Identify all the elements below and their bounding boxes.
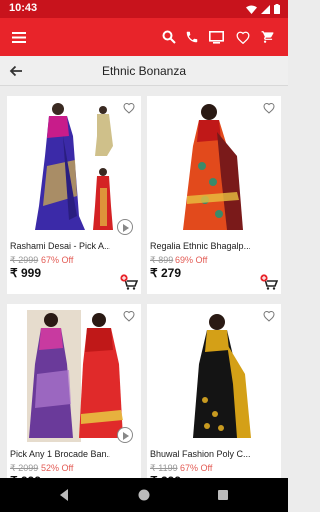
system-nav-bar — [0, 478, 288, 512]
product-title: Regalia Ethnic Bhagalp... — [150, 241, 250, 251]
discount-label: 69% Off — [175, 255, 208, 265]
status-icons — [246, 4, 280, 14]
discount-label: 52% Off — [41, 463, 74, 473]
discount-label: 67% Off — [180, 463, 213, 473]
product-card[interactable]: Pick Any 1 Brocade Ban... ₹ 2099 52% Off… — [7, 304, 141, 502]
search-icon[interactable] — [160, 28, 178, 46]
add-to-cart-icon[interactable] — [120, 274, 138, 290]
old-price: ₹ 2099 — [10, 463, 39, 473]
wishlist-icon[interactable] — [234, 28, 252, 46]
play-video-icon[interactable] — [117, 219, 133, 235]
old-price: ₹ 899 — [150, 255, 174, 265]
product-title: Rashami Desai - Pick A... — [10, 241, 110, 251]
cart-icon[interactable] — [259, 28, 277, 46]
wishlist-heart-icon[interactable] — [263, 102, 275, 114]
product-card[interactable]: Bhuwal Fashion Poly C... ₹ 1199 67% Off … — [147, 304, 281, 502]
page-title: Ethnic Bonanza — [101, 64, 187, 78]
discount-label: 67% Off — [41, 255, 74, 265]
home-nav-icon[interactable] — [137, 488, 151, 502]
recents-nav-icon[interactable] — [216, 488, 230, 502]
status-bar: 10:43 — [0, 0, 288, 18]
product-title: Pick Any 1 Brocade Ban... — [10, 449, 110, 459]
old-price: ₹ 2999 — [10, 255, 39, 265]
product-image[interactable] — [147, 304, 281, 442]
wishlist-heart-icon[interactable] — [123, 102, 135, 114]
back-nav-icon[interactable] — [57, 488, 71, 502]
product-image[interactable] — [7, 304, 141, 442]
product-title: Bhuwal Fashion Poly C... — [150, 449, 250, 459]
menu-icon[interactable] — [11, 29, 27, 45]
tv-icon[interactable] — [207, 28, 225, 46]
status-time: 10:43 — [9, 2, 38, 14]
wifi-icon — [246, 5, 257, 14]
app-bar — [0, 18, 288, 56]
phone-icon[interactable] — [183, 28, 201, 46]
play-video-icon[interactable] — [117, 427, 133, 443]
product-card[interactable]: Regalia Ethnic Bhagalp... ₹ 899 69% Off … — [147, 96, 281, 294]
sub-header: Ethnic Bonanza — [0, 56, 288, 86]
signal-icon — [261, 4, 270, 14]
battery-icon — [274, 4, 280, 14]
wishlist-heart-icon[interactable] — [263, 310, 275, 322]
product-price: ₹ 279 — [150, 266, 181, 280]
wishlist-heart-icon[interactable] — [123, 310, 135, 322]
product-card[interactable]: Rashami Desai - Pick A... ₹ 2999 67% Off… — [7, 96, 141, 294]
product-price: ₹ 999 — [10, 266, 41, 280]
product-image[interactable] — [7, 96, 141, 234]
product-image[interactable] — [147, 96, 281, 234]
add-to-cart-icon[interactable] — [260, 274, 278, 290]
old-price: ₹ 1199 — [150, 463, 178, 473]
